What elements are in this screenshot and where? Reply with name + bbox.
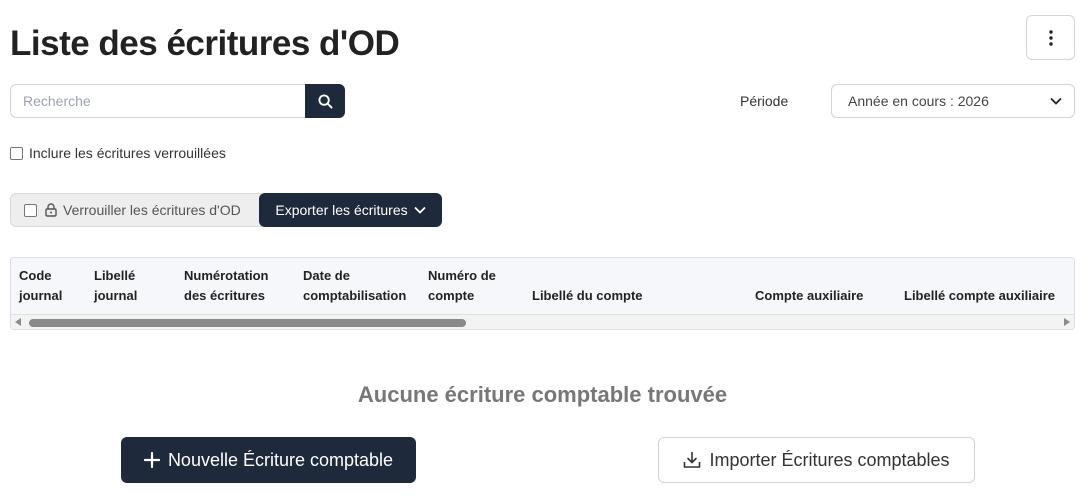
lock-entries-control[interactable]: Verrouiller les écritures d'OD: [10, 193, 262, 227]
search-input[interactable]: [10, 84, 305, 118]
lock-entries-label: Verrouiller les écritures d'OD: [63, 202, 241, 218]
vertical-ellipsis-icon: [1048, 29, 1053, 46]
column-header-libelle-compte-auxiliaire[interactable]: Libellé compte auxiliaire: [904, 286, 1074, 306]
more-options-button[interactable]: [1026, 15, 1075, 60]
column-header-numerotation[interactable]: Numérotation des écritures: [184, 266, 289, 306]
download-icon: [684, 451, 701, 468]
table-header: Code journal Libellé journal Numérotatio…: [11, 258, 1074, 315]
scroll-thumb[interactable]: [29, 319, 466, 327]
include-locked-row[interactable]: Inclure les écritures verrouillées: [10, 145, 226, 161]
lock-icon: [45, 203, 57, 217]
search-button[interactable]: [305, 84, 345, 118]
chevron-down-icon: [414, 206, 426, 214]
entries-table: Code journal Libellé journal Numérotatio…: [10, 257, 1075, 330]
plus-icon: [143, 452, 160, 468]
scroll-right-arrow-icon[interactable]: [1064, 318, 1070, 326]
empty-state-message: Aucune écriture comptable trouvée: [357, 382, 728, 407]
horizontal-scrollbar[interactable]: [11, 315, 1074, 329]
column-header-numero-compte[interactable]: Numéro de compte: [428, 266, 508, 306]
import-entries-label: Importer Écritures comptables: [709, 449, 950, 470]
include-locked-label: Inclure les écritures verrouillées: [29, 145, 226, 161]
new-entry-button[interactable]: Nouvelle Écriture comptable: [121, 437, 416, 483]
lock-entries-checkbox[interactable]: [24, 203, 37, 217]
import-entries-button[interactable]: Importer Écritures comptables: [658, 437, 975, 483]
column-header-libelle-compte[interactable]: Libellé du compte: [532, 286, 692, 306]
scroll-left-arrow-icon[interactable]: [15, 318, 21, 326]
export-entries-label: Exporter les écritures: [275, 202, 408, 218]
new-entry-label: Nouvelle Écriture comptable: [167, 449, 394, 470]
periode-label: Période: [740, 93, 789, 109]
include-locked-checkbox[interactable]: [10, 146, 23, 160]
search-icon: [317, 93, 333, 109]
search-bar: [10, 84, 345, 118]
column-header-date-comptabilisation[interactable]: Date de comptabilisation: [303, 266, 418, 306]
page-title: Liste des écritures d'OD: [10, 24, 400, 63]
column-header-libelle-journal[interactable]: Libellé journal: [94, 266, 164, 306]
column-header-compte-auxiliaire[interactable]: Compte auxiliaire: [755, 286, 905, 306]
export-entries-button[interactable]: Exporter les écritures: [259, 193, 442, 227]
column-header-code-journal[interactable]: Code journal: [19, 266, 79, 306]
periode-select[interactable]: Année en cours : 2026: [831, 84, 1075, 118]
chevron-down-icon: [1050, 97, 1062, 105]
periode-selected-value: Année en cours : 2026: [848, 93, 989, 109]
